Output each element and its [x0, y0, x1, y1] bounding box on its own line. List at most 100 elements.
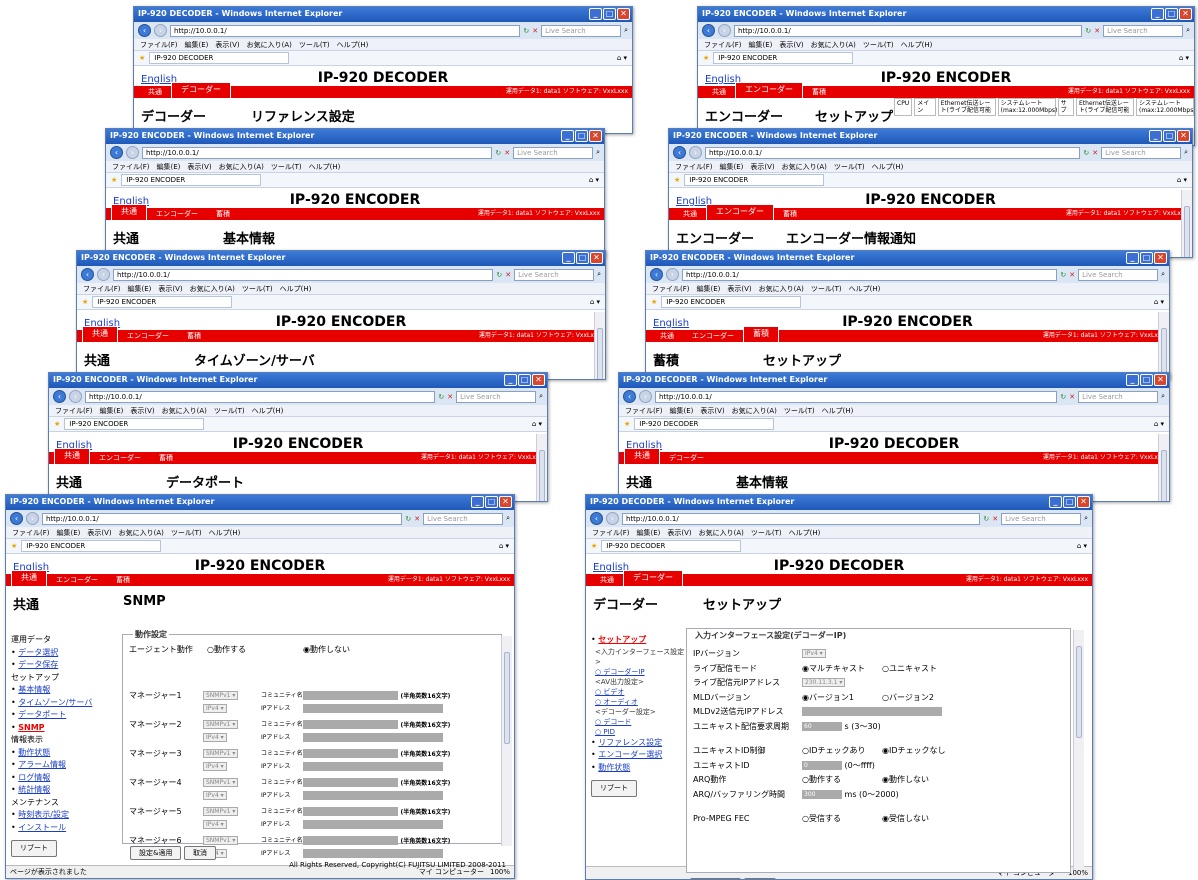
home-icon[interactable]: ⌂ ▾	[1179, 54, 1189, 62]
community-input[interactable]	[303, 691, 398, 700]
content-scrollbar[interactable]	[1073, 630, 1084, 870]
refresh-icon[interactable]: ↻	[1060, 393, 1066, 401]
back-icon[interactable]: ‹	[53, 390, 66, 403]
page-scrollbar[interactable]	[1181, 190, 1192, 257]
option-b-radio[interactable]: ◉受信しない	[882, 814, 929, 824]
ip-address-input[interactable]	[303, 762, 443, 771]
option-a-radio[interactable]: ○動作する	[802, 775, 841, 785]
sidebar-item[interactable]: • SNMP	[11, 722, 121, 735]
minimize-button[interactable]: _	[561, 130, 574, 142]
ip-version-select[interactable]: IPv4 ▾	[203, 791, 227, 800]
tab-common[interactable]: 共通	[11, 570, 47, 586]
forward-icon[interactable]: ›	[154, 24, 167, 37]
close-button[interactable]: ✕	[590, 252, 603, 264]
forward-icon[interactable]: ›	[606, 512, 619, 525]
tab-storage[interactable]: 蓄積	[803, 86, 835, 98]
home-icon[interactable]: ⌂ ▾	[1154, 420, 1164, 428]
close-button[interactable]: ✕	[589, 130, 602, 142]
refresh-icon[interactable]: ↻	[405, 515, 411, 523]
close-button[interactable]: ✕	[1154, 374, 1167, 386]
forward-icon[interactable]: ›	[69, 390, 82, 403]
forward-icon[interactable]: ›	[689, 146, 702, 159]
close-button[interactable]: ✕	[499, 496, 512, 508]
tab-encoder[interactable]: エンコーダー	[706, 204, 774, 220]
search-input[interactable]: Live Search	[514, 268, 595, 281]
favorites-star-icon[interactable]: ★	[54, 420, 60, 428]
search-input[interactable]: Live Search	[541, 24, 622, 37]
snmp-version-select[interactable]: SNMPv1 ▾	[203, 778, 239, 787]
tab-decoder[interactable]: デコーダー	[623, 570, 683, 586]
apply-button[interactable]: 設定&適用	[130, 846, 182, 860]
setting-input[interactable]: 230.11.3.1 ▾	[802, 678, 846, 687]
search-input[interactable]: Live Search	[423, 512, 504, 525]
refresh-icon[interactable]: ↻	[496, 271, 502, 279]
search-icon[interactable]: ⌕	[1186, 26, 1190, 35]
snmp-version-select[interactable]: SNMPv1 ▾	[203, 749, 239, 758]
home-icon[interactable]: ⌂ ▾	[1177, 176, 1187, 184]
refresh-icon[interactable]: ↻	[495, 149, 501, 157]
favorites-star-icon[interactable]: ★	[674, 176, 680, 184]
menu-bar[interactable]: ファイル(F) 編集(E) 表示(V) お気に入り(A) ツール(T) ヘルプ(…	[619, 405, 1169, 417]
tab-common[interactable]: 共通	[624, 448, 660, 464]
snmp-version-select[interactable]: SNMPv1 ▾	[203, 720, 239, 729]
home-icon[interactable]: ⌂ ▾	[1077, 542, 1087, 550]
maximize-button[interactable]: □	[485, 496, 498, 508]
search-input[interactable]: Live Search	[1103, 24, 1184, 37]
url-input[interactable]: http://10.0.0.1/	[705, 146, 1081, 159]
tab-common[interactable]: 共通	[139, 86, 171, 98]
home-icon[interactable]: ⌂ ▾	[589, 176, 599, 184]
favorites-star-icon[interactable]: ★	[651, 298, 657, 306]
option-b-radio[interactable]: ◉IDチェックなし	[882, 746, 946, 756]
maximize-button[interactable]: □	[1063, 496, 1076, 508]
option-a-radio[interactable]: ◉バージョン1	[802, 693, 854, 703]
tab-encoder[interactable]: エンコーダー	[147, 208, 207, 220]
search-icon[interactable]: ⌕	[624, 26, 628, 35]
forward-icon[interactable]: ›	[126, 146, 139, 159]
forward-icon[interactable]: ›	[639, 390, 652, 403]
menu-bar[interactable]: ファイル(F) 編集(E) 表示(V) お気に入り(A) ツール(T) ヘルプ(…	[6, 527, 514, 539]
stop-icon[interactable]: ✕	[504, 149, 510, 157]
minimize-button[interactable]: _	[1149, 130, 1162, 142]
stop-icon[interactable]: ✕	[532, 27, 538, 35]
url-input[interactable]: http://10.0.0.1/	[42, 512, 403, 525]
option-b-radio[interactable]: ○バージョン2	[882, 693, 934, 703]
maximize-button[interactable]: □	[1140, 374, 1153, 386]
url-input[interactable]: http://10.0.0.1/	[113, 268, 494, 281]
sidebar-item[interactable]: • 統計情報	[11, 784, 121, 797]
browser-tab[interactable]: IP-920 ENCODER	[64, 418, 205, 430]
option-a-radio[interactable]: ◉マルチキャスト	[802, 664, 865, 674]
favorites-star-icon[interactable]: ★	[703, 54, 709, 62]
option-a-radio[interactable]: ○受信する	[802, 814, 841, 824]
ip-address-input[interactable]	[303, 704, 443, 713]
favorites-star-icon[interactable]: ★	[111, 176, 117, 184]
favorites-star-icon[interactable]: ★	[11, 542, 17, 550]
search-icon[interactable]: ⌕	[539, 392, 543, 401]
tab-storage[interactable]: 蓄積	[207, 208, 239, 220]
snmp-version-select[interactable]: SNMPv1 ▾	[203, 807, 239, 816]
minimize-button[interactable]: _	[1126, 374, 1139, 386]
stop-icon[interactable]: ✕	[1069, 271, 1075, 279]
search-icon[interactable]: ⌕	[1161, 270, 1165, 279]
page-scrollbar[interactable]	[536, 434, 547, 501]
refresh-icon[interactable]: ↻	[983, 515, 989, 523]
tab-storage[interactable]: 蓄積	[150, 452, 182, 464]
home-icon[interactable]: ⌂ ▾	[617, 54, 627, 62]
community-input[interactable]	[303, 749, 398, 758]
url-input[interactable]: http://10.0.0.1/	[682, 268, 1058, 281]
menu-bar[interactable]: ファイル(F) 編集(E) 表示(V) お気に入り(A) ツール(T) ヘルプ(…	[49, 405, 547, 417]
reboot-button[interactable]: リブート	[11, 840, 57, 857]
home-icon[interactable]: ⌂ ▾	[590, 298, 600, 306]
menu-bar[interactable]: ファイル(F) 編集(E) 表示(V) お気に入り(A) ツール(T) ヘルプ(…	[669, 161, 1192, 173]
search-icon[interactable]: ⌕	[597, 270, 601, 279]
url-input[interactable]: http://10.0.0.1/	[734, 24, 1083, 37]
back-icon[interactable]: ‹	[590, 512, 603, 525]
page-scrollbar[interactable]	[594, 312, 605, 379]
back-icon[interactable]: ‹	[702, 24, 715, 37]
browser-tab[interactable]: IP-920 ENCODER	[684, 174, 825, 186]
browser-tab[interactable]: IP-920 DECODER	[149, 52, 290, 64]
sidebar-item[interactable]: • リファレンス設定	[591, 737, 689, 750]
refresh-icon[interactable]: ↻	[523, 27, 529, 35]
page-scrollbar[interactable]	[1158, 434, 1169, 501]
option-b-radio[interactable]: ◉動作しない	[882, 775, 929, 785]
forward-icon[interactable]: ›	[718, 24, 731, 37]
